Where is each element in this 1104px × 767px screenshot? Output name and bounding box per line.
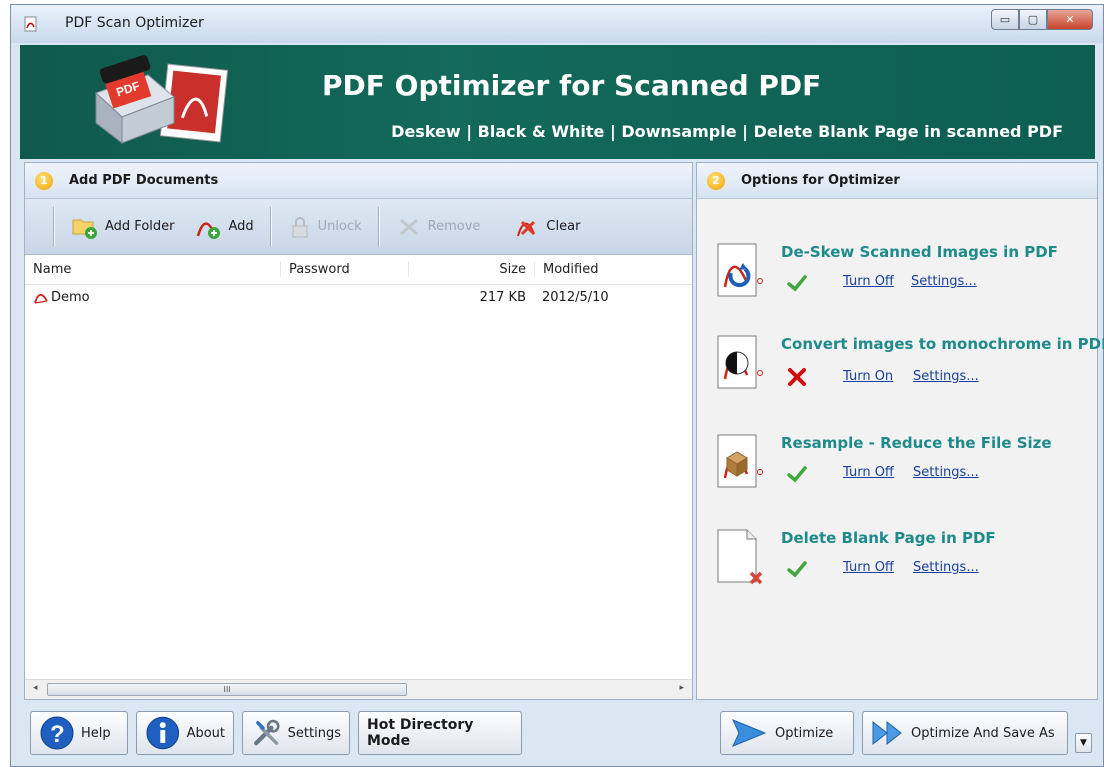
monochrome-icon [717, 335, 763, 389]
resample-settings-link[interactable]: Settings... [913, 465, 979, 480]
app-icon [24, 16, 37, 32]
scroll-thumb[interactable]: III [47, 683, 407, 696]
disabled-cross-icon [788, 368, 806, 386]
file-name: Demo [51, 289, 90, 305]
option-deskew: De-Skew Scanned Images in PDF Turn Off S… [717, 243, 1097, 313]
svg-text:?: ? [50, 721, 65, 748]
unlock-label: Unlock [317, 219, 362, 234]
column-modified[interactable]: Modified [534, 262, 654, 277]
delete-blank-title: Delete Blank Page in PDF [781, 529, 996, 547]
option-delete-blank: Delete Blank Page in PDF Turn Off Settin… [717, 529, 1097, 599]
deskew-toggle-link[interactable]: Turn Off [843, 274, 894, 289]
resample-title: Resample - Reduce the File Size [781, 434, 1052, 452]
option-resample: Resample - Reduce the File Size Turn Off… [717, 434, 1097, 504]
blank-page-icon [717, 529, 763, 585]
delete-blank-settings-link[interactable]: Settings... [913, 560, 979, 575]
window-controls: ▭ ▢ ✕ [991, 9, 1093, 31]
optimize-save-as-label: Optimize And Save As [911, 725, 1055, 741]
documents-toolbar: Add Folder Add Unlock Remove Clear [25, 199, 692, 255]
options-panel-header: 2 Options for Optimizer [697, 163, 1097, 199]
add-pdf-icon [197, 222, 221, 239]
maximize-button[interactable]: ▢ [1019, 9, 1047, 30]
remove-button[interactable]: Remove [386, 212, 491, 242]
help-button[interactable]: ? Help [30, 711, 128, 755]
enabled-check-icon [787, 561, 807, 578]
scroll-right-icon[interactable]: ▸ [679, 683, 684, 693]
column-size[interactable]: Size [408, 262, 534, 277]
deskew-title: De-Skew Scanned Images in PDF [781, 243, 1058, 261]
clear-button[interactable]: Clear [504, 212, 590, 242]
file-row[interactable]: Demo 217 KB 2012/5/10 [25, 285, 692, 309]
documents-panel-title: Add PDF Documents [69, 173, 219, 188]
unlock-icon [292, 216, 308, 237]
remove-icon [399, 218, 418, 235]
step-two-badge: 2 [707, 171, 725, 190]
tools-icon [253, 719, 280, 746]
window-title: PDF Scan Optimizer [65, 15, 204, 31]
close-button[interactable]: ✕ [1047, 9, 1093, 30]
options-panel-title: Options for Optimizer [741, 173, 900, 188]
options-panel: 2 Options for Optimizer De-Skew Scanned … [696, 162, 1104, 700]
delete-blank-toggle-link[interactable]: Turn Off [843, 560, 894, 575]
fast-forward-icon [872, 720, 902, 746]
toolbar-separator [53, 206, 55, 247]
toolbar-separator [269, 206, 272, 247]
help-label: Help [81, 725, 111, 741]
settings-button[interactable]: Settings [242, 711, 350, 755]
play-icon [732, 719, 767, 747]
chevron-down-icon: ▼ [1080, 738, 1087, 748]
unlock-button[interactable]: Unlock [278, 212, 372, 242]
enabled-check-icon [787, 466, 807, 483]
toolbar-separator [377, 206, 380, 247]
file-name-cell: Demo [25, 289, 280, 305]
settings-label: Settings [287, 725, 341, 741]
optimize-options-dropdown[interactable]: ▼ [1075, 733, 1092, 753]
clear-label: Clear [546, 219, 581, 234]
monochrome-title: Convert images to monochrome in PDF [781, 335, 1104, 353]
minimize-button[interactable]: ▭ [991, 9, 1019, 30]
scanner-pdf-icon: PDF [95, 55, 229, 145]
banner-title: PDF Optimizer for Scanned PDF [322, 69, 822, 102]
optimize-button[interactable]: Optimize [720, 711, 854, 755]
title-bar[interactable]: PDF Scan Optimizer ▭ ▢ ✕ [11, 5, 1103, 43]
add-button[interactable]: Add [184, 212, 263, 242]
add-folder-icon [72, 219, 97, 239]
remove-label: Remove [427, 219, 481, 234]
about-label: About [186, 725, 225, 741]
about-button[interactable]: About [136, 711, 234, 755]
pdf-file-icon [34, 293, 48, 304]
add-folder-button[interactable]: Add Folder [61, 212, 184, 242]
clear-icon [517, 220, 536, 236]
file-size: 217 KB [479, 289, 526, 305]
header-banner: PDF PDF Optimizer for Scanned PDF Deskew… [20, 45, 1095, 159]
deskew-settings-link[interactable]: Settings... [911, 274, 977, 289]
resample-icon [717, 434, 763, 488]
resample-toggle-link[interactable]: Turn Off [843, 465, 894, 480]
optimize-label: Optimize [775, 725, 834, 741]
column-password[interactable]: Password [280, 262, 408, 277]
deskew-icon [717, 243, 763, 297]
column-name[interactable]: Name [25, 262, 280, 277]
option-monochrome: Convert images to monochrome in PDF Turn… [717, 335, 1104, 405]
bottom-toolbar: ? Help About Settings Hot Directory Mode [20, 703, 1096, 765]
scroll-left-icon[interactable]: ◂ [33, 683, 38, 693]
file-modified: 2012/5/10 [542, 289, 609, 305]
hot-directory-label: Hot Directory Mode [367, 717, 474, 749]
optimize-save-as-button[interactable]: Optimize And Save As [862, 711, 1068, 755]
hot-directory-button[interactable]: Hot Directory Mode [358, 711, 522, 755]
documents-panel: 1 Add PDF Documents Add Folder Add Unloc… [24, 162, 693, 700]
banner-subtitle: Deskew | Black & White | Downsample | De… [391, 122, 1063, 141]
documents-panel-header: 1 Add PDF Documents [25, 163, 692, 199]
file-list-header: Name Password Size Modified [25, 255, 692, 285]
app-window: PDF Scan Optimizer ▭ ▢ ✕ PDF PDF Optimiz… [10, 4, 1104, 767]
step-one-badge: 1 [35, 171, 53, 190]
info-icon [146, 716, 180, 750]
horizontal-scrollbar[interactable]: ◂ III ▸ [25, 679, 692, 699]
monochrome-toggle-link[interactable]: Turn On [843, 369, 893, 384]
help-icon: ? [40, 716, 74, 750]
add-folder-label: Add Folder [105, 219, 175, 234]
enabled-check-icon [787, 275, 807, 292]
add-label: Add [228, 219, 254, 234]
monochrome-settings-link[interactable]: Settings... [913, 369, 979, 384]
